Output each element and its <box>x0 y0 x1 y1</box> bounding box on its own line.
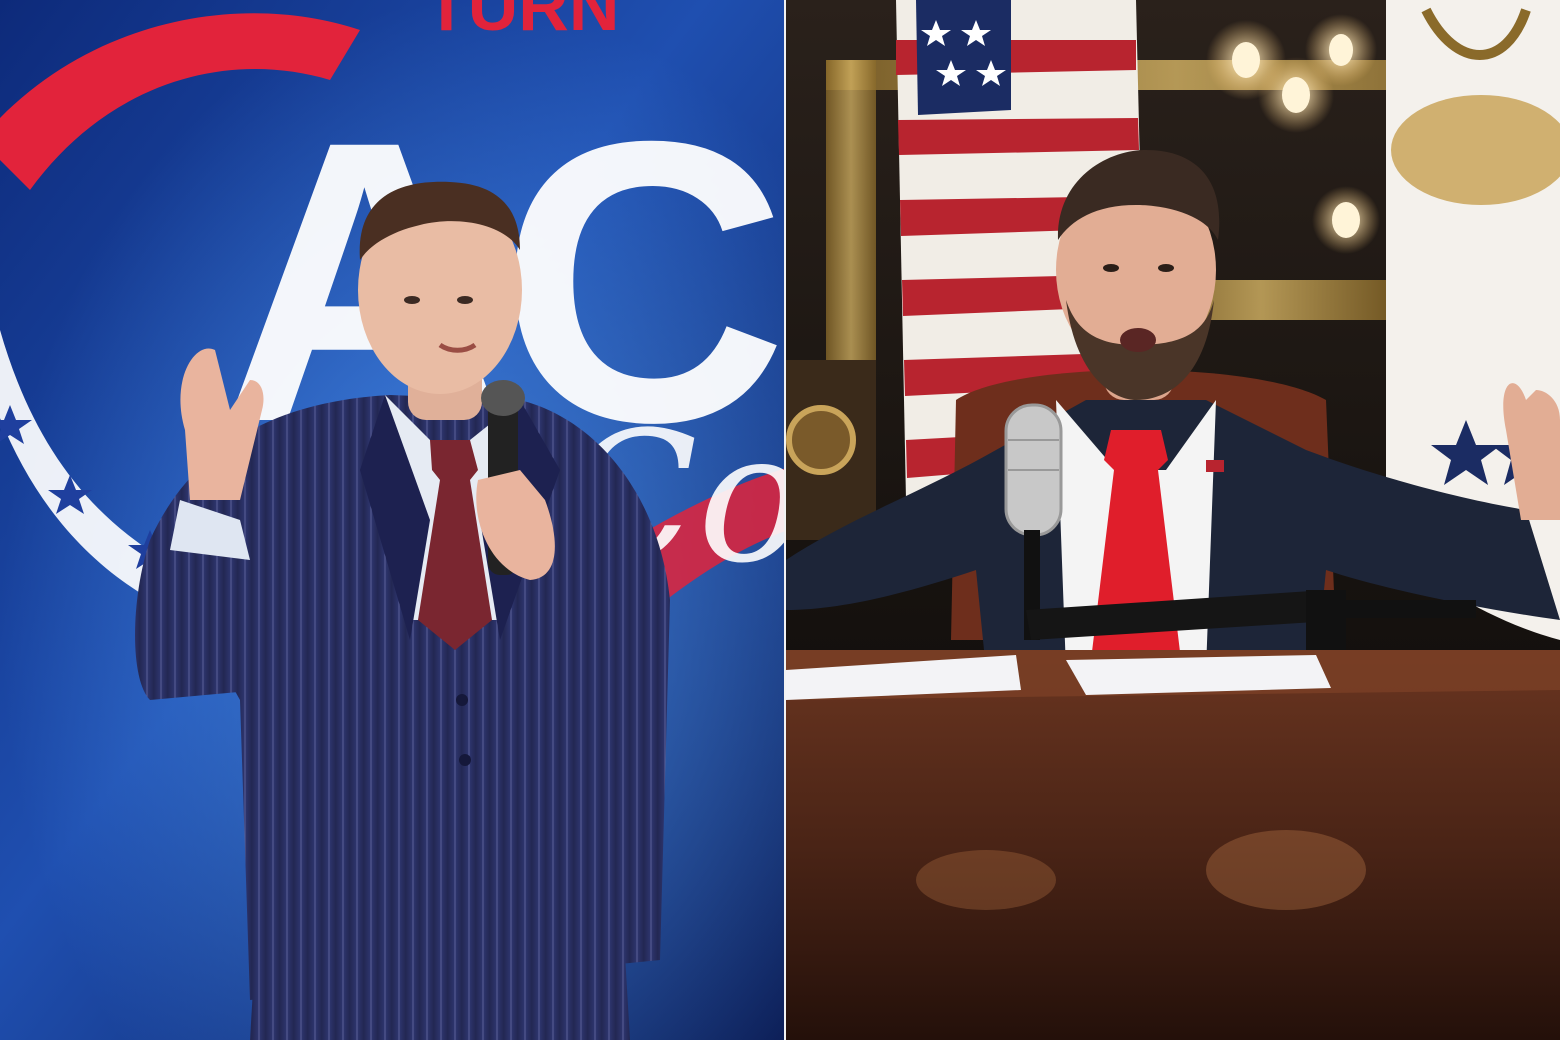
papers-right <box>1066 655 1331 695</box>
left-photo: TURN AC Co <box>0 0 784 1040</box>
desk-speaker-illustration <box>786 0 1560 1040</box>
composite-image: TURN AC Co <box>0 0 1560 1040</box>
stage-speaker-illustration: TURN AC Co <box>0 0 784 1040</box>
flag-lapel-pin <box>1206 460 1224 472</box>
right-photo <box>786 0 1560 1040</box>
wooden-desk <box>786 650 1560 1040</box>
backdrop-text-top: TURN <box>425 0 619 45</box>
